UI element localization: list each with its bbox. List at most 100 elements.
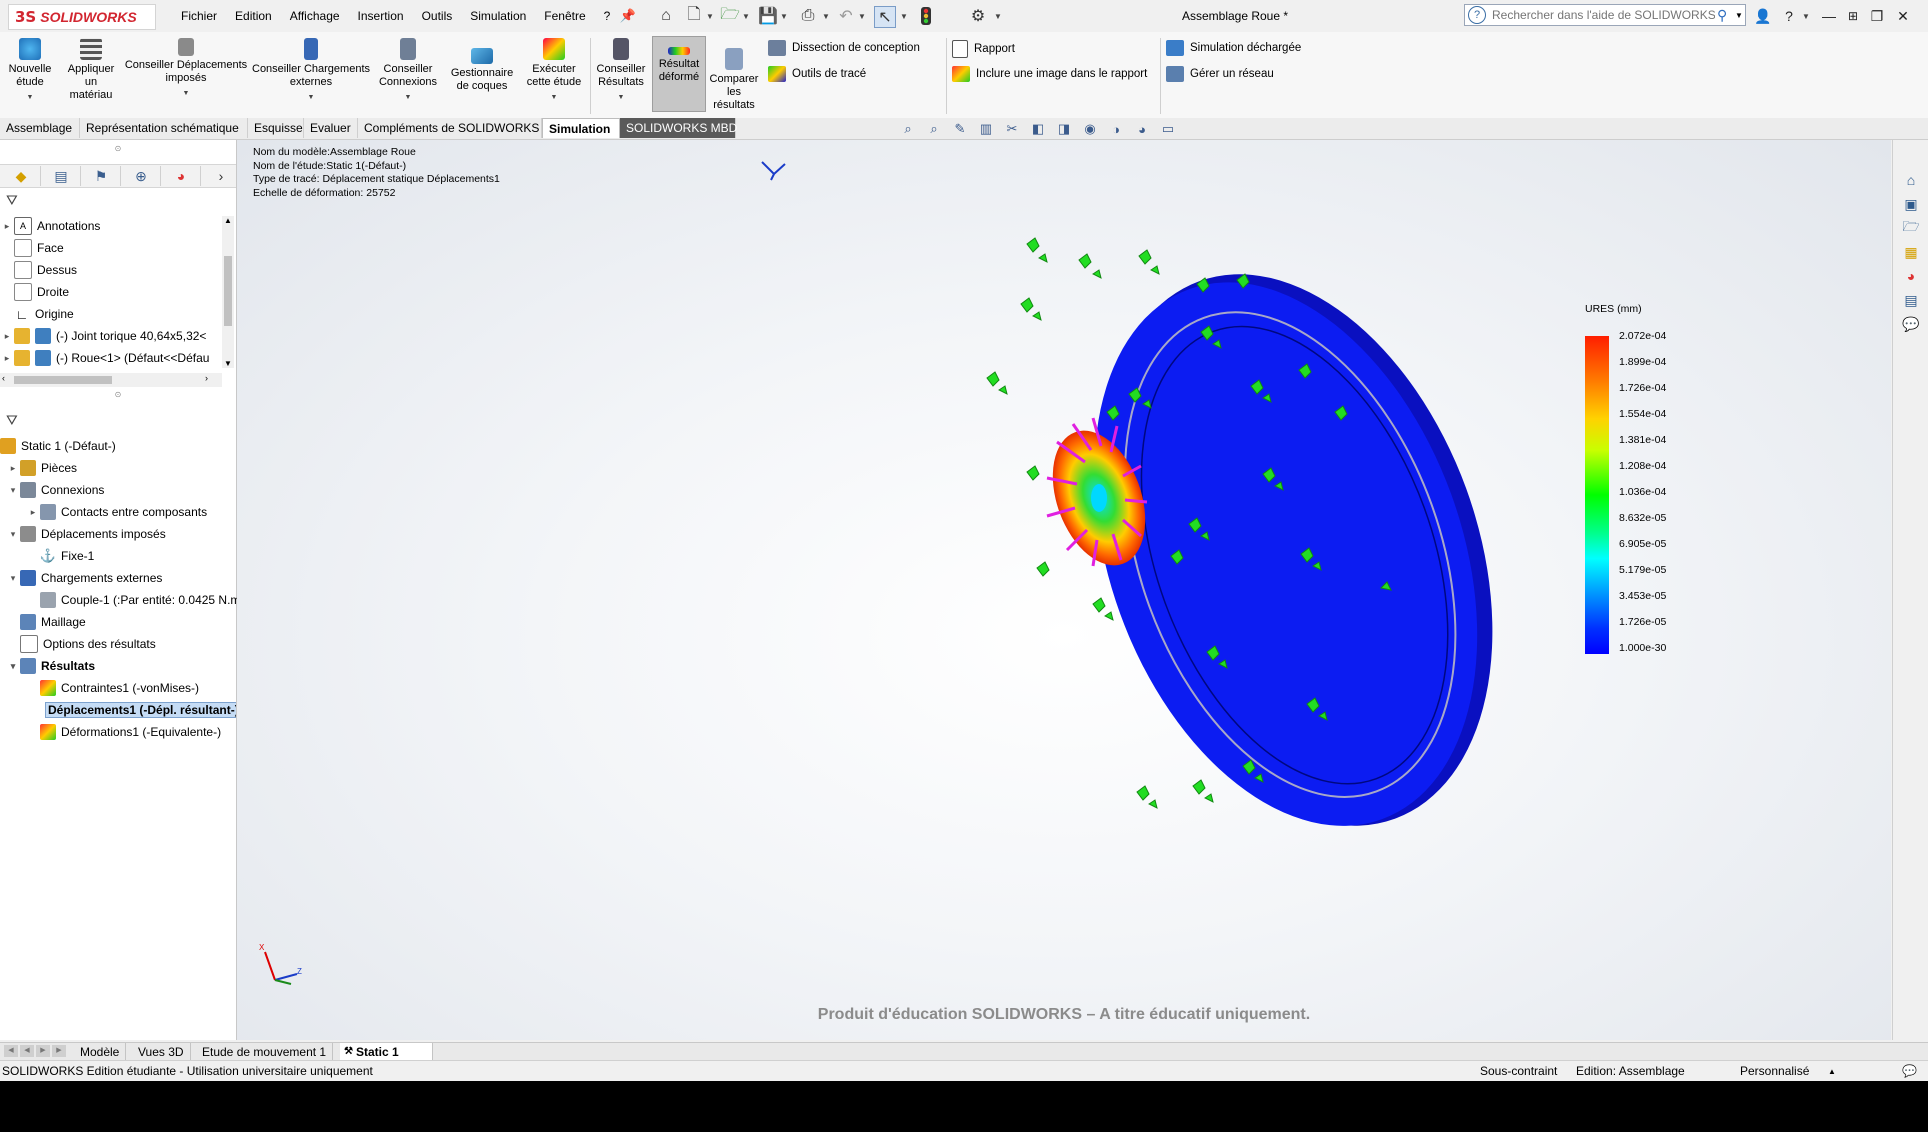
tile-windows-button[interactable]: ⊞ — [1842, 6, 1864, 26]
include-image-button[interactable]: Inclure une image dans le rapport — [952, 66, 1147, 82]
previous-tab-icon[interactable]: ◀ — [20, 1045, 34, 1057]
scrollbar-thumb[interactable] — [224, 256, 232, 326]
expand-icon[interactable]: ▸ — [0, 353, 14, 364]
apply-scene-icon[interactable]: ◕ — [1132, 120, 1152, 138]
chevron-down-icon[interactable]: ▼ — [822, 12, 830, 21]
tab-complements[interactable]: Compléments de SOLIDWORKS — [358, 118, 542, 138]
close-button[interactable]: ✕ — [1892, 6, 1914, 26]
advise-connections-button[interactable]: Conseiller Connexions ▼ — [376, 36, 440, 104]
next-tab-icon[interactable]: ▶ — [36, 1045, 50, 1057]
print-icon[interactable]: ⎙ — [798, 6, 818, 26]
tree-item-droite[interactable]: Droite — [0, 282, 69, 302]
menu-outils[interactable]: Outils — [413, 8, 462, 24]
tree-item-chargements-externes[interactable]: ▾ Chargements externes — [6, 568, 162, 588]
menu-fenetre[interactable]: Fenêtre — [535, 8, 594, 24]
solidworks-logo[interactable]: 3S SOLIDWORKS — [8, 4, 156, 30]
expand-icon[interactable]: ▾ — [6, 661, 20, 672]
dynamic-annotation-icon[interactable]: ✂ — [1002, 120, 1022, 138]
chevron-down-icon[interactable]: ▼ — [994, 12, 1002, 21]
help-search-input[interactable] — [1490, 7, 1717, 23]
scroll-up-icon[interactable]: ▲ — [224, 216, 232, 225]
file-explorer-icon[interactable]: 🗁 — [1901, 218, 1921, 238]
tree-item-pieces[interactable]: ▸ Pièces — [6, 458, 77, 478]
rebuild-traffic-light-icon[interactable] — [916, 6, 936, 26]
tree-item-couple-1[interactable]: Couple-1 (:Par entité: 0.0425 N.m — [40, 590, 240, 610]
home-icon[interactable]: ⌂ — [656, 6, 676, 26]
save-icon[interactable]: 💾 — [758, 6, 778, 26]
select-cursor-icon[interactable]: ↖ — [874, 6, 896, 28]
tree-item-annotations[interactable]: ▸ A Annotations — [0, 216, 100, 236]
tab-static-1[interactable]: ⚒ Static 1 — [340, 1043, 433, 1061]
tree-item-resultats[interactable]: ▾ Résultats — [6, 656, 95, 676]
scroll-right-icon[interactable]: › — [205, 373, 208, 383]
tab-etude-mouvement-1[interactable]: Etude de mouvement 1 — [196, 1043, 334, 1061]
tree-item-deplacements-imposes[interactable]: ▾ Déplacements imposés — [6, 524, 166, 544]
zoom-to-area-icon[interactable]: ⌕ — [924, 120, 944, 138]
chevron-down-icon[interactable]: ▼ — [742, 12, 750, 21]
last-tab-icon[interactable]: ▶ — [52, 1045, 66, 1057]
expand-icon[interactable]: ▸ — [0, 221, 14, 232]
hide-show-items-icon[interactable]: ◉ — [1080, 120, 1100, 138]
panel-splitter[interactable]: ⊙ — [0, 390, 236, 402]
tab-vues-3d[interactable]: Vues 3D — [132, 1043, 191, 1061]
menu-insertion[interactable]: Insertion — [349, 8, 413, 24]
undo-icon[interactable]: ↶ — [836, 6, 856, 26]
restore-button[interactable]: ❐ — [1866, 6, 1888, 26]
filter-icon[interactable]: ⛛ — [6, 192, 18, 209]
plot-tools-button[interactable]: Outils de tracé ▼ — [768, 66, 971, 82]
expand-icon[interactable]: ▾ — [6, 573, 20, 584]
status-units[interactable]: Personnalisé — [1740, 1064, 1809, 1078]
tab-esquisse[interactable]: Esquisse — [248, 118, 304, 138]
scroll-down-icon[interactable]: ▼ — [224, 359, 232, 368]
run-study-button[interactable]: Exécuter cette étude ▼ — [522, 36, 586, 104]
chevron-down-icon[interactable]: ▼ — [858, 12, 866, 21]
advise-fixtures-button[interactable]: Conseiller Déplacements imposés ▼ — [124, 36, 248, 100]
section-view-icon[interactable]: ▥ — [976, 120, 996, 138]
home-icon[interactable]: ⌂ — [1901, 170, 1921, 190]
previous-view-icon[interactable]: ✎ — [950, 120, 970, 138]
tree-vertical-scrollbar[interactable]: ▲ ▼ — [222, 216, 234, 368]
study-filter-row[interactable]: ⛛ — [0, 408, 236, 432]
tab-representation-schematique[interactable]: Représentation schématique — [80, 118, 248, 138]
appearances-icon[interactable]: ◕ — [1901, 266, 1921, 286]
edit-appearance-icon[interactable]: ◑ — [1106, 120, 1126, 138]
custom-properties-icon[interactable]: ▤ — [1901, 290, 1921, 310]
minimize-button[interactable]: — — [1818, 6, 1840, 26]
tree-item-fixe-1[interactable]: ⚓ Fixe-1 — [40, 546, 94, 566]
tab-solidworks-mbd[interactable]: SOLIDWORKS MBD — [620, 118, 737, 138]
tree-item-deplacements1[interactable]: Déplacements1 (-Dépl. résultant-) — [40, 700, 236, 720]
deformed-result-button[interactable]: Résultat déformé — [652, 36, 706, 112]
menu-help[interactable]: ? — [595, 8, 620, 24]
tree-item-origine[interactable]: ∟ Origine — [0, 304, 74, 324]
quick-tips-icon[interactable]: 💬 — [1902, 1064, 1917, 1078]
panel-grip[interactable]: ⊙ — [0, 144, 236, 153]
menu-edition[interactable]: Edition — [226, 8, 281, 24]
manage-network-button[interactable]: Gérer un réseau — [1166, 66, 1274, 82]
shell-manager-button[interactable]: Gestionnaire de coques — [446, 46, 518, 93]
tab-assemblage[interactable]: Assemblage — [0, 118, 80, 138]
tree-item-roue[interactable]: ▸ (-) Roue<1> (Défaut<<Défau — [0, 348, 209, 368]
chevron-down-icon[interactable]: ▼ — [780, 12, 788, 21]
chevron-down-icon[interactable]: ▼ — [1735, 11, 1745, 20]
expand-icon[interactable]: ▾ — [6, 485, 20, 496]
menu-affichage[interactable]: Affichage — [281, 8, 349, 24]
chevron-right-icon[interactable]: › — [202, 166, 240, 186]
options-gear-icon[interactable]: ⚙ — [968, 6, 988, 26]
user-icon[interactable]: 👤 — [1752, 6, 1774, 26]
report-button[interactable]: Rapport — [952, 40, 1015, 58]
view-settings-icon[interactable]: ▭ — [1158, 120, 1178, 138]
tab-evaluer[interactable]: Evaluer — [304, 118, 358, 138]
advise-results-button[interactable]: Conseiller Résultats ▼ — [594, 36, 648, 104]
forum-icon[interactable]: 💬 — [1901, 314, 1921, 334]
first-tab-icon[interactable]: ◀ — [4, 1045, 18, 1057]
chevron-down-icon[interactable]: ▼ — [706, 12, 714, 21]
tree-item-deformations1[interactable]: Déformations1 (-Equivalente-) — [40, 722, 221, 742]
feature-manager-tab-icon[interactable]: ◆ — [2, 166, 41, 186]
expand-icon[interactable]: ▸ — [0, 331, 14, 342]
chevron-up-icon[interactable]: ▲ — [1828, 1067, 1836, 1076]
open-folder-icon[interactable]: 🗁 — [720, 6, 740, 26]
configuration-manager-tab-icon[interactable]: ⚑ — [82, 166, 121, 186]
expand-icon[interactable]: ▸ — [6, 463, 20, 474]
help-search-box[interactable]: ? ⚲ ▼ — [1464, 4, 1746, 26]
tree-item-face[interactable]: Face — [0, 238, 64, 258]
